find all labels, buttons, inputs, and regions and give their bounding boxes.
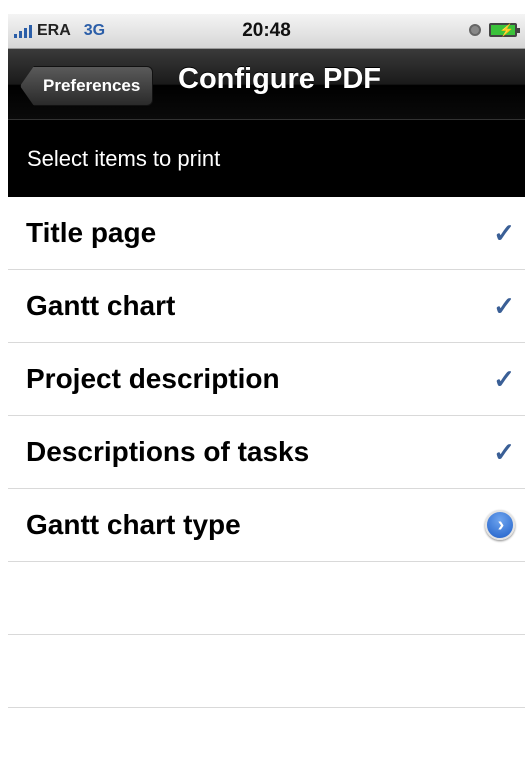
disclosure-button-icon[interactable]: ›	[485, 510, 515, 540]
list-item-label: Gantt chart	[26, 290, 176, 321]
page-title: Configure PDF	[178, 63, 381, 95]
section-header: Select items to print	[8, 120, 525, 197]
section-header-text: Select items to print	[27, 146, 221, 171]
navigation-bar: Preferences Configure PDF	[8, 49, 525, 120]
checkmark-icon: ✓	[493, 436, 515, 467]
back-button-label: Preferences	[43, 76, 141, 95]
checkmark-icon: ✓	[493, 217, 515, 248]
checkmark-icon: ✓	[493, 290, 515, 321]
battery-charging-icon: ⚡	[489, 23, 520, 37]
list-item-label: Title page	[26, 217, 157, 248]
list-item-gantt-chart[interactable]: Gantt chart ✓	[8, 270, 525, 343]
empty-row	[8, 635, 525, 708]
empty-row	[8, 562, 525, 635]
list-item-project-description[interactable]: Project description ✓	[8, 343, 525, 416]
print-items-list: Title page ✓ Gantt chart ✓ Project descr…	[8, 197, 525, 708]
chevron-right-icon: ›	[497, 514, 505, 536]
back-button[interactable]: Preferences	[20, 66, 154, 106]
list-item-gantt-chart-type[interactable]: Gantt chart type ›	[8, 489, 525, 562]
list-item-label: Project description	[26, 363, 280, 394]
status-time: 20:48	[242, 20, 291, 41]
list-item-descriptions-of-tasks[interactable]: Descriptions of tasks ✓	[8, 416, 525, 489]
checkmark-icon: ✓	[493, 363, 515, 394]
alarm-icon	[469, 24, 481, 36]
list-item-label: Descriptions of tasks	[26, 436, 310, 467]
status-bar: ERA 3G 20:48 ⚡	[8, 14, 525, 49]
status-right: ⚡	[469, 23, 520, 37]
list-item-label: Gantt chart type	[26, 509, 241, 540]
list-item-title-page[interactable]: Title page ✓	[8, 197, 525, 270]
